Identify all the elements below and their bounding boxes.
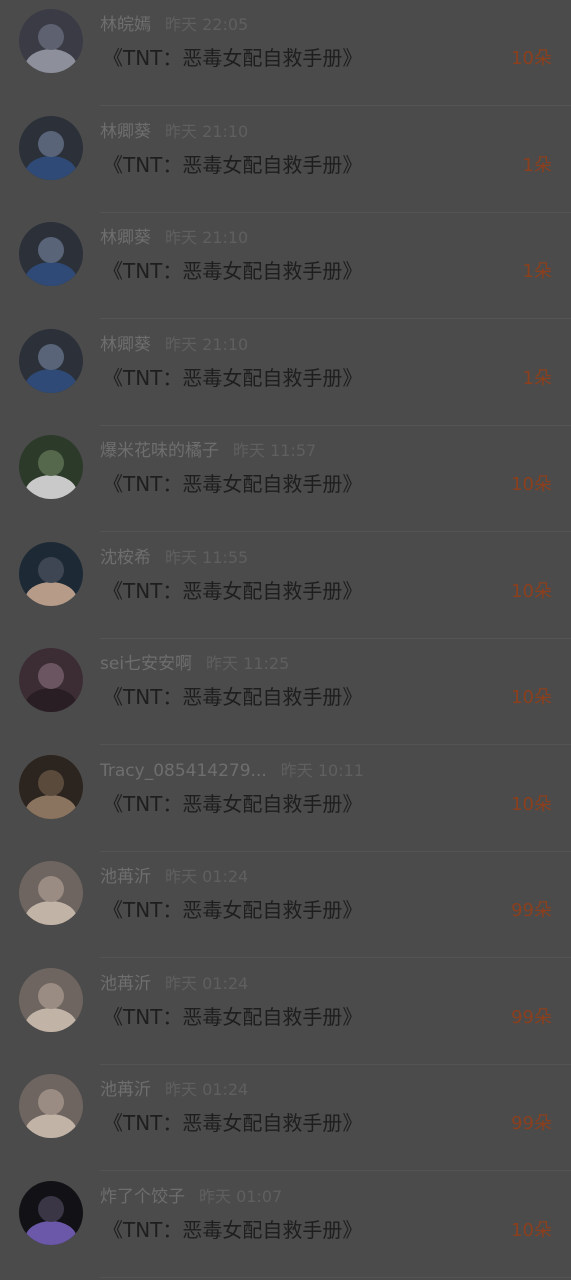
gift-amount: 10朵 <box>511 793 552 815</box>
record-time: 昨天 21:10 <box>165 121 249 141</box>
gift-amount: 99朵 <box>511 1113 552 1134</box>
record-time: 昨天 01:24 <box>165 1080 249 1099</box>
gift-record-row[interactable]: 池苒沂 昨天 01:24 《TNT：恶毒女配自救手册》 99朵 <box>0 959 571 1065</box>
user-name[interactable]: 林卿葵 <box>100 228 151 248</box>
user-name[interactable]: 池苒沂 <box>100 974 151 994</box>
gift-record-row[interactable]: 池苒沂 昨天 01:24 《TNT：恶毒女配自救手册》 99朵 <box>0 852 571 958</box>
gift-record-row[interactable]: 炸了个饺子 昨天 01:07 《TNT：恶毒女配自救手册》 10朵 <box>0 1172 571 1278</box>
user-name[interactable]: sei七安安啊 <box>100 654 192 674</box>
record-meta: 林卿葵 昨天 21:10 <box>100 120 248 144</box>
book-title: 《TNT：恶毒女配自救手册》 <box>103 791 363 816</box>
user-name[interactable]: 林皖嫣 <box>100 15 151 35</box>
gift-amount: 10朵 <box>511 48 552 69</box>
gift-amount: 1朵 <box>522 367 552 389</box>
avatar-boy-purple[interactable] <box>19 1180 83 1245</box>
record-time: 昨天 21:10 <box>165 334 249 354</box>
gift-amount: 10朵 <box>511 687 552 708</box>
record-meta: 池苒沂 昨天 01:24 <box>100 1078 248 1102</box>
record-time: 昨天 11:57 <box>233 441 317 460</box>
user-name[interactable]: 林卿葵 <box>100 335 151 355</box>
record-meta: 林卿葵 昨天 21:10 <box>100 333 248 357</box>
avatar-boy-blue[interactable] <box>19 115 83 180</box>
user-name[interactable]: 炸了个饺子 <box>100 1187 185 1207</box>
book-title: 《TNT：恶毒女配自救手册》 <box>103 472 363 496</box>
avatar-roses[interactable] <box>19 648 83 712</box>
book-title: 《TNT：恶毒女配自救手册》 <box>103 1217 363 1242</box>
record-meta: 炸了个饺子 昨天 01:07 <box>100 1185 282 1209</box>
book-title: 《TNT：恶毒女配自救手册》 <box>103 365 363 390</box>
avatar-girl-field[interactable] <box>19 435 83 499</box>
gift-amount: 99朵 <box>511 900 552 921</box>
record-time: 昨天 01:07 <box>199 1186 283 1206</box>
record-time: 昨天 10:11 <box>280 760 364 780</box>
record-time: 昨天 11:25 <box>206 654 290 673</box>
gift-amount: 10朵 <box>511 474 552 495</box>
record-meta: sei七安安啊 昨天 11:25 <box>100 652 289 676</box>
record-time: 昨天 22:05 <box>165 15 249 34</box>
gift-record-row[interactable]: 池苒沂 昨天 01:24 《TNT：恶毒女配自救手册》 99朵 <box>0 1065 571 1171</box>
gift-record-row[interactable]: 林卿葵 昨天 21:10 《TNT：恶毒女配自救手册》 1朵 <box>0 320 571 426</box>
user-name[interactable]: 林卿葵 <box>100 122 151 142</box>
gift-amount: 10朵 <box>511 1219 552 1241</box>
record-meta: 林卿葵 昨天 21:10 <box>100 226 248 250</box>
book-title: 《TNT：恶毒女配自救手册》 <box>103 898 363 922</box>
record-time: 昨天 01:24 <box>165 973 249 993</box>
book-title: 《TNT：恶毒女配自救手册》 <box>103 685 363 709</box>
record-meta: 池苒沂 昨天 01:24 <box>100 865 248 889</box>
book-title: 《TNT：恶毒女配自救手册》 <box>103 1004 363 1029</box>
gift-record-row[interactable]: Tracy_085414279... 昨天 10:11 《TNT：恶毒女配自救手册》… <box>0 746 571 852</box>
avatar-girl-light[interactable] <box>19 1074 83 1138</box>
avatar-girl-light[interactable] <box>19 967 83 1032</box>
book-title: 《TNT：恶毒女配自救手册》 <box>103 1111 363 1135</box>
gift-amount: 99朵 <box>511 1006 552 1028</box>
gift-record-row[interactable]: 林卿葵 昨天 21:10 《TNT：恶毒女配自救手册》 1朵 <box>0 213 571 319</box>
book-title: 《TNT：恶毒女配自救手册》 <box>103 259 363 283</box>
avatar-boy-blue[interactable] <box>19 222 83 286</box>
gift-record-list: 林皖嫣 昨天 22:05 《TNT：恶毒女配自救手册》 10朵 林卿葵 昨天 21:10 《… <box>0 0 571 1280</box>
record-meta: 林皖嫣 昨天 22:05 <box>100 13 248 37</box>
avatar-girl-light[interactable] <box>19 861 83 925</box>
record-meta: Tracy_085414279... 昨天 10:11 <box>100 759 364 783</box>
user-name[interactable]: 池苒沂 <box>100 867 151 887</box>
gift-record-row[interactable]: 林皖嫣 昨天 22:05 《TNT：恶毒女配自救手册》 10朵 <box>0 0 571 106</box>
row-divider <box>100 1276 571 1278</box>
avatar-boy-blue[interactable] <box>19 328 83 393</box>
record-meta: 沈桉希 昨天 11:55 <box>100 546 248 570</box>
gift-amount: 10朵 <box>511 580 552 602</box>
gift-record-row[interactable]: 沈桉希 昨天 11:55 《TNT：恶毒女配自救手册》 10朵 <box>0 533 571 639</box>
gift-record-row[interactable]: sei七安安啊 昨天 11:25 《TNT：恶毒女配自救手册》 10朵 <box>0 639 571 745</box>
user-name[interactable]: Tracy_085414279... <box>100 761 267 781</box>
record-time: 昨天 01:24 <box>165 867 249 886</box>
book-title: 《TNT：恶毒女配自救手册》 <box>103 46 363 70</box>
gift-amount: 1朵 <box>522 261 552 282</box>
gift-record-row[interactable]: 爆米花味的橘子 昨天 11:57 《TNT：恶毒女配自救手册》 10朵 <box>0 426 571 532</box>
book-title: 《TNT：恶毒女配自救手册》 <box>103 152 363 177</box>
user-name[interactable]: 沈桉希 <box>100 548 151 568</box>
avatar-dark-cloth[interactable] <box>19 9 83 73</box>
user-name[interactable]: 池苒沂 <box>100 1080 151 1100</box>
gift-amount: 1朵 <box>522 154 552 176</box>
avatar-girl-dark[interactable] <box>19 541 83 606</box>
record-time: 昨天 21:10 <box>165 228 249 247</box>
user-name[interactable]: 爆米花味的橘子 <box>100 441 219 461</box>
record-meta: 池苒沂 昨天 01:24 <box>100 972 248 996</box>
record-time: 昨天 11:55 <box>165 547 249 567</box>
book-title: 《TNT：恶毒女配自救手册》 <box>103 578 363 603</box>
avatar-boy-brown[interactable] <box>19 754 83 819</box>
gift-record-row[interactable]: 林卿葵 昨天 21:10 《TNT：恶毒女配自救手册》 1朵 <box>0 107 571 213</box>
record-meta: 爆米花味的橘子 昨天 11:57 <box>100 439 316 463</box>
